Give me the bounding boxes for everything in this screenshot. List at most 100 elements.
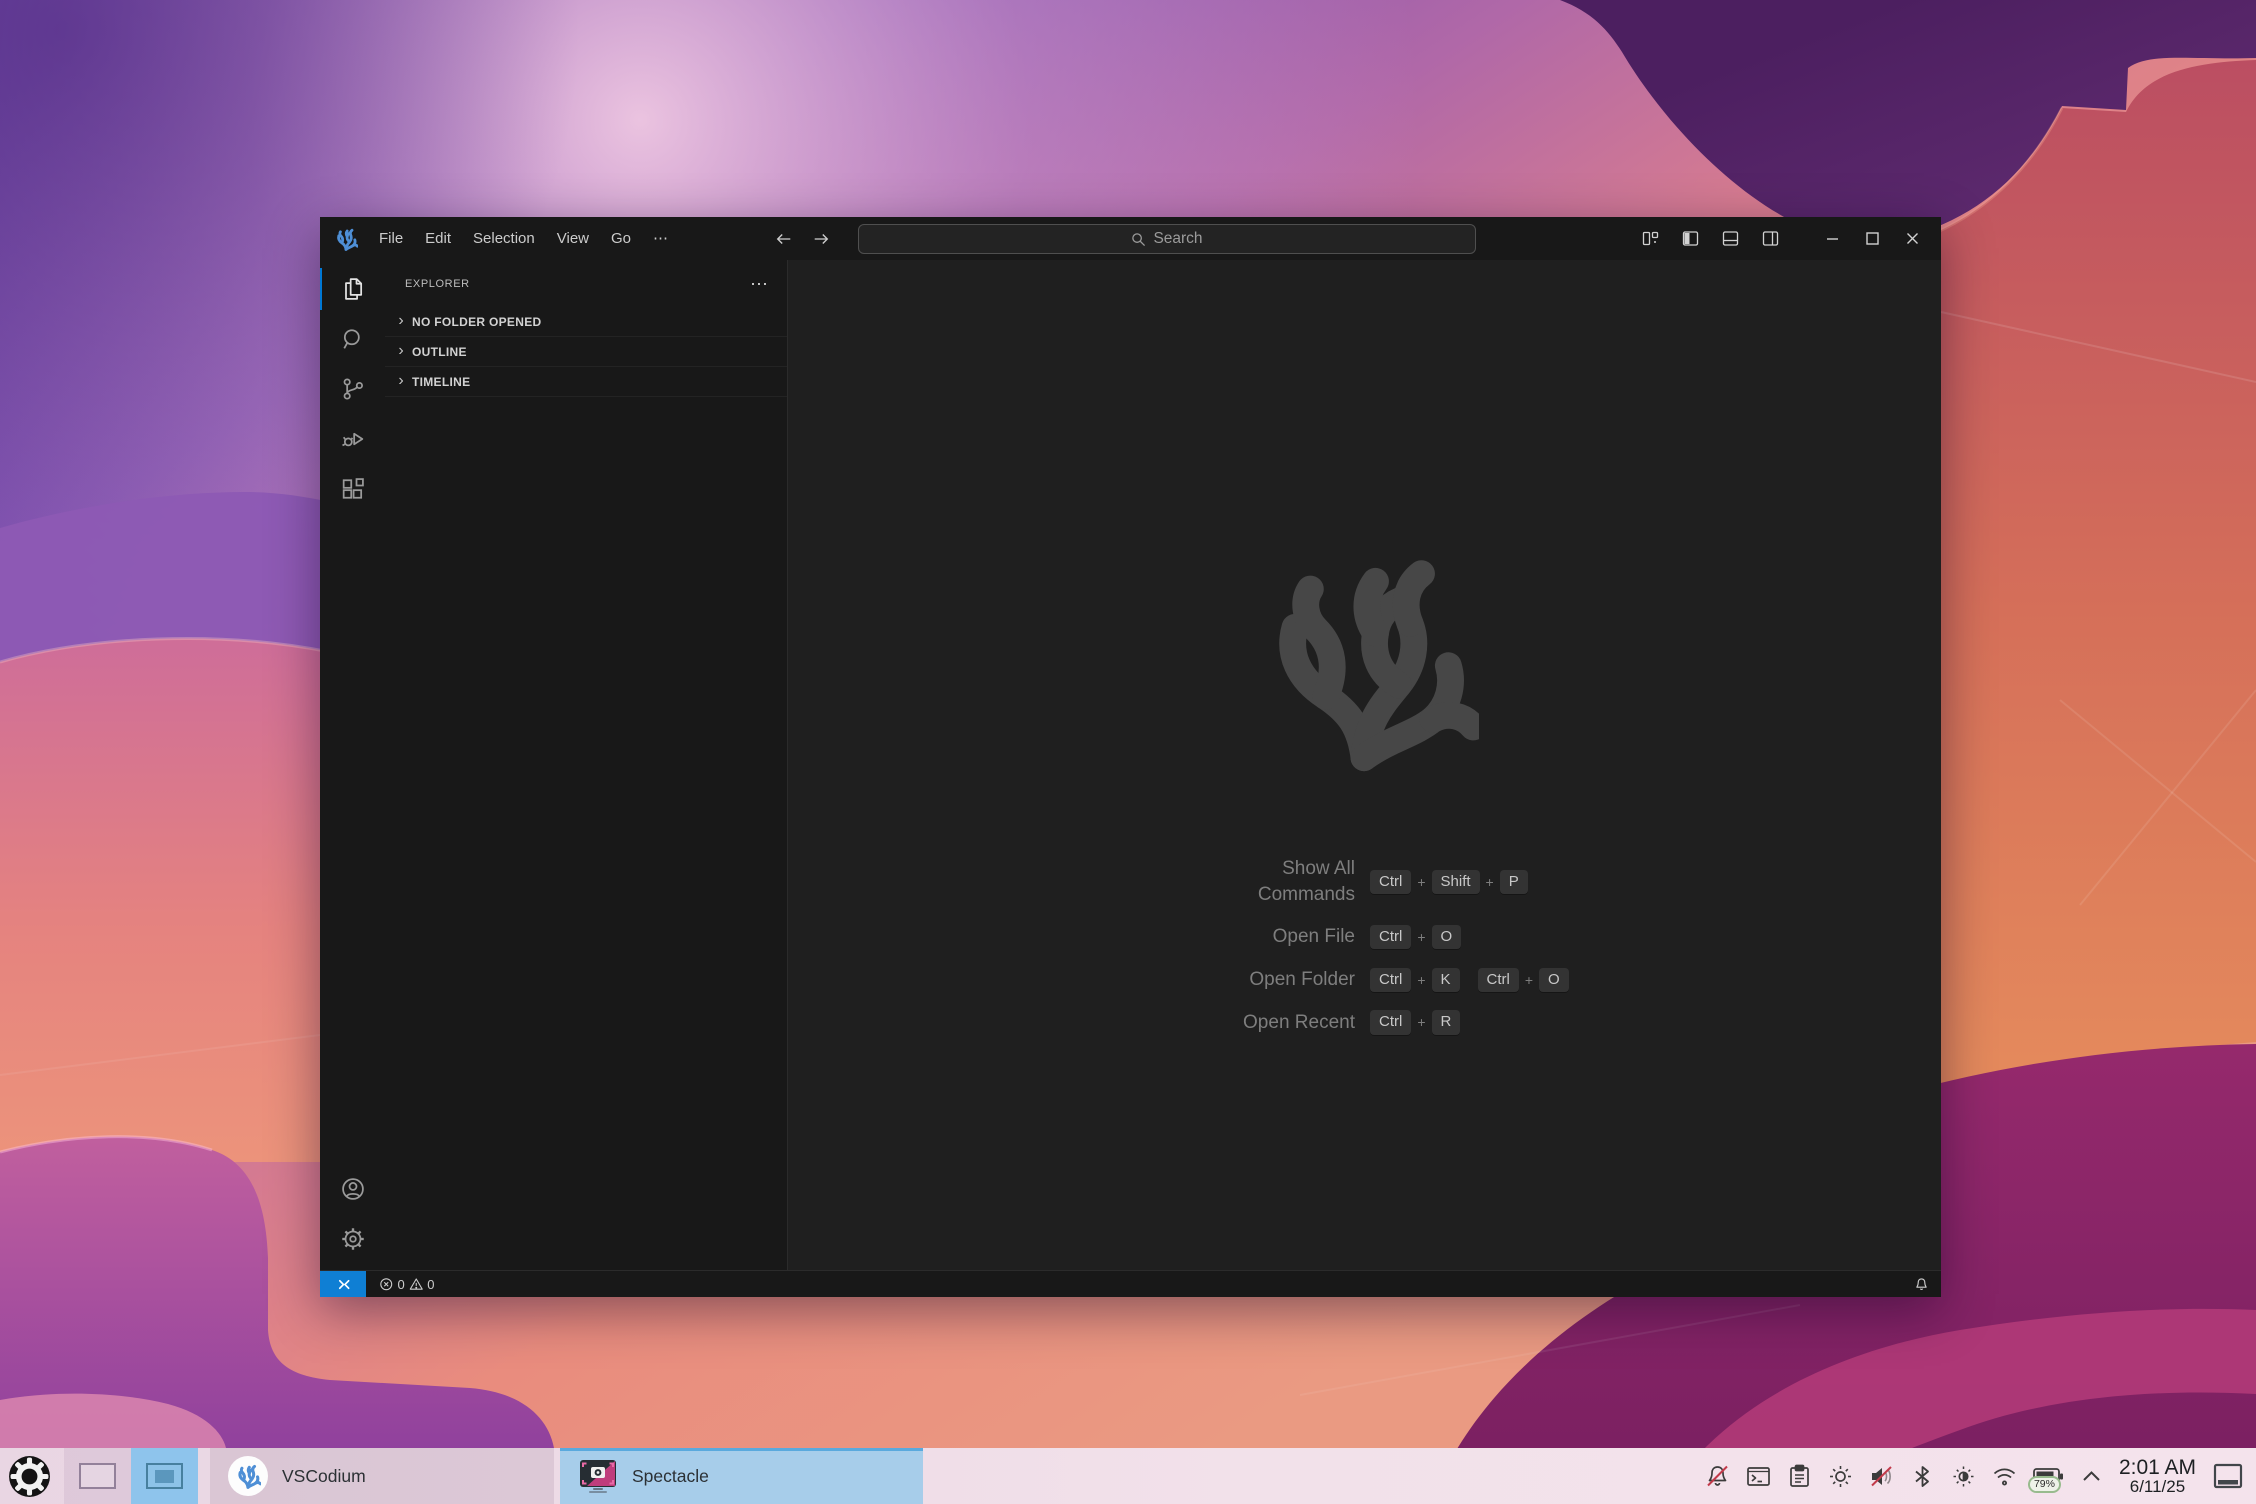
task-button-vscodium[interactable]: VSCodium — [210, 1448, 554, 1504]
kde-launcher-icon — [7, 1454, 52, 1499]
keycap-k: K — [1432, 968, 1460, 992]
plus-separator: + — [1417, 972, 1425, 988]
plus-separator: + — [1525, 972, 1533, 988]
pager-window-thumb — [155, 1470, 174, 1483]
titlebar-controls — [1642, 217, 1941, 260]
warnings-icon — [409, 1277, 424, 1292]
task-button-spectacle[interactable]: Spectacle — [560, 1448, 923, 1504]
activity-source-control[interactable] — [320, 364, 385, 414]
close-button[interactable] — [1904, 230, 1921, 247]
explorer-sidebar: EXPLORER ⋯ ›NO FOLDER OPENED›OUTLINE›TIM… — [385, 260, 788, 1270]
wifi-icon[interactable] — [1991, 1463, 2018, 1490]
activity-run-debug[interactable] — [320, 414, 385, 464]
keycap-shift: Shift — [1432, 870, 1480, 894]
activity-explorer[interactable] — [320, 264, 385, 314]
sidebar-sections: ›NO FOLDER OPENED›OUTLINE›TIMELINE — [385, 307, 787, 397]
run-and-debug-icon — [339, 425, 367, 453]
keycap-ctrl: Ctrl — [1370, 968, 1411, 992]
search-icon — [339, 325, 367, 353]
toggle-primary-sidebar-icon[interactable] — [1682, 230, 1699, 247]
more-actions-icon[interactable]: ⋯ — [750, 279, 769, 289]
section-label: OUTLINE — [412, 345, 467, 359]
terminal-icon[interactable] — [1745, 1463, 1772, 1490]
section-outline[interactable]: ›OUTLINE — [385, 337, 787, 367]
errors-count: 0 — [398, 1277, 405, 1292]
maximize-button[interactable] — [1864, 230, 1881, 247]
sidebar-title: EXPLORER — [405, 278, 470, 290]
extensions-icon — [339, 475, 367, 503]
chevron-right-icon: › — [393, 372, 409, 390]
history-navigation — [775, 217, 830, 260]
menu-go[interactable]: Go — [600, 225, 642, 253]
bluetooth-icon[interactable] — [1909, 1463, 1936, 1490]
go-back-icon[interactable] — [775, 230, 793, 248]
account-button[interactable] — [320, 1164, 385, 1214]
status-bar: 0 0 — [320, 1270, 1941, 1297]
section-timeline[interactable]: ›TIMELINE — [385, 367, 787, 397]
app-launcher-button[interactable] — [0, 1448, 58, 1504]
source-control-icon — [339, 375, 367, 403]
menu-view[interactable]: View — [546, 225, 600, 253]
digital-clock[interactable]: 2:01 AM 6/11/25 — [2119, 1457, 2196, 1496]
clipboard-icon[interactable] — [1786, 1463, 1813, 1490]
show-desktop-button[interactable] — [2212, 1461, 2244, 1491]
search-placeholder: Search — [1153, 230, 1202, 248]
menu-selection[interactable]: Selection — [462, 225, 546, 253]
go-forward-icon[interactable] — [812, 230, 830, 248]
explorer-icon — [339, 275, 367, 303]
bell-icon — [1914, 1277, 1929, 1292]
activity-bar — [320, 260, 385, 1270]
keycap-ctrl: Ctrl — [1370, 870, 1411, 894]
pager-desktop-1[interactable] — [64, 1448, 131, 1504]
minimize-button[interactable] — [1824, 230, 1841, 247]
toggle-secondary-sidebar-icon[interactable] — [1762, 230, 1779, 247]
toggle-panel-icon[interactable] — [1722, 230, 1739, 247]
pager-desktop-2-current[interactable] — [131, 1448, 198, 1504]
keybinding-hints: Show All CommandsCtrl+Shift+POpen FileCt… — [1180, 856, 1569, 1052]
sidebar-header: EXPLORER ⋯ — [385, 260, 787, 307]
vscodium-watermark-icon — [1249, 543, 1479, 773]
chevron-right-icon: › — [393, 312, 409, 330]
taskbar: VSCodium Spectacle — [0, 1448, 2256, 1504]
plus-separator: + — [1417, 874, 1425, 890]
section-no-folder-opened[interactable]: ›NO FOLDER OPENED — [385, 307, 787, 337]
editor-area[interactable]: Show All CommandsCtrl+Shift+POpen FileCt… — [788, 260, 1941, 1270]
errors-icon — [379, 1277, 394, 1292]
pager-desktop-2-preview — [146, 1463, 183, 1489]
brightness-icon[interactable] — [1827, 1463, 1854, 1490]
vscodium-task-icon — [228, 1456, 268, 1496]
activity-extensions[interactable] — [320, 464, 385, 514]
section-label: TIMELINE — [412, 375, 470, 389]
customize-layout-icon[interactable] — [1642, 230, 1659, 247]
command-center-search[interactable]: Search — [858, 224, 1476, 254]
gear-icon — [339, 1225, 367, 1253]
plus-separator: + — [1417, 1014, 1425, 1030]
menu-file[interactable]: File — [368, 225, 414, 253]
night-color-icon[interactable] — [1950, 1463, 1977, 1490]
battery-percent-badge: 79% — [2028, 1476, 2061, 1493]
shortcut-label: Show All Commands — [1180, 856, 1355, 907]
titlebar[interactable]: FileEditSelectionViewGo⋯ Search — [320, 217, 1941, 260]
shortcut-row: Open FileCtrl+O — [1180, 924, 1569, 950]
menu-edit[interactable]: Edit — [414, 225, 462, 253]
system-tray: 79% — [1704, 1463, 2105, 1490]
keycap-o: O — [1539, 968, 1569, 992]
shortcut-label: Open File — [1180, 924, 1355, 950]
notifications-button[interactable] — [1914, 1277, 1929, 1292]
shortcut-row: Open FolderCtrl+KCtrl+O — [1180, 967, 1569, 993]
activity-search[interactable] — [320, 314, 385, 364]
do-not-disturb-icon[interactable] — [1704, 1463, 1731, 1490]
shortcut-row: Show All CommandsCtrl+Shift+P — [1180, 856, 1569, 907]
volume-muted-icon[interactable] — [1868, 1463, 1895, 1490]
problems-status[interactable]: 0 0 — [379, 1277, 434, 1292]
settings-button[interactable] — [320, 1214, 385, 1264]
chevron-right-icon: › — [393, 342, 409, 360]
search-icon — [1131, 232, 1146, 247]
remote-indicator[interactable] — [320, 1271, 366, 1297]
menubar: FileEditSelectionViewGo⋯ — [368, 217, 679, 260]
shortcut-keys: Ctrl+Shift+P — [1370, 870, 1528, 894]
battery-icon[interactable]: 79% — [2032, 1463, 2064, 1490]
expand-tray-icon[interactable] — [2078, 1463, 2105, 1490]
menu-more[interactable]: ⋯ — [642, 225, 679, 253]
clock-time: 2:01 AM — [2119, 1457, 2196, 1478]
